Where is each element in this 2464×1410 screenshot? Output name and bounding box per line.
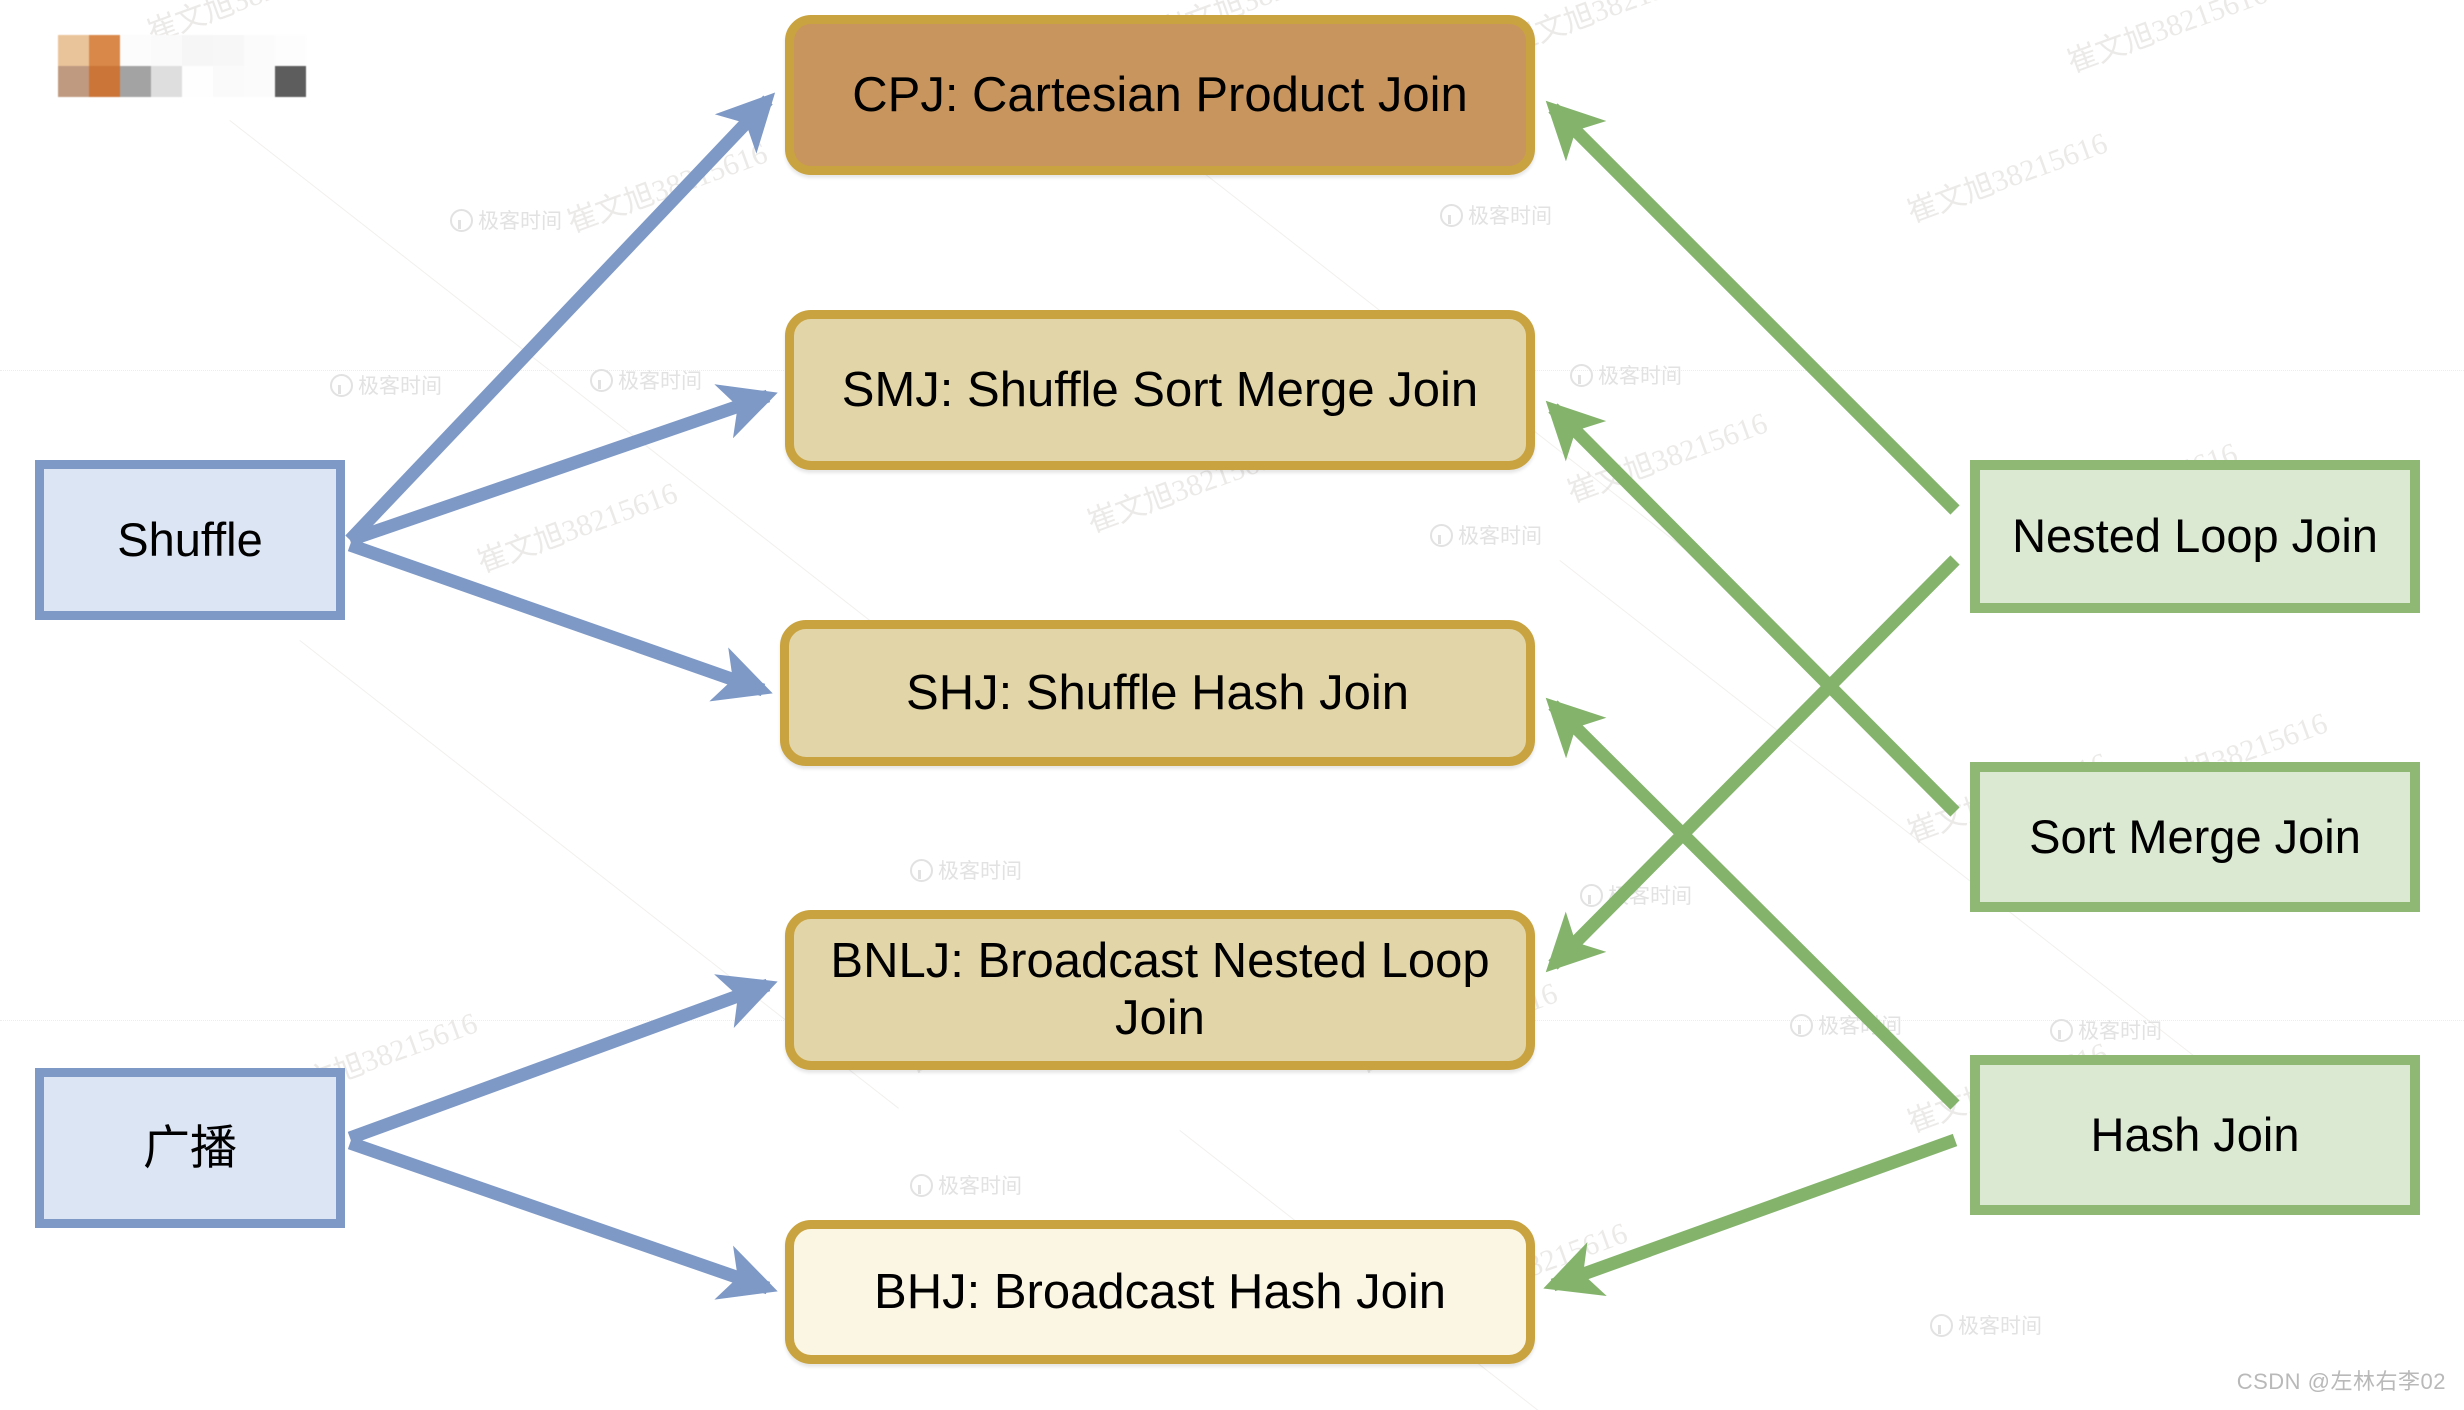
logo-pixel — [182, 35, 213, 66]
edge-broadcast-to-bnlj — [347, 974, 778, 1145]
join-node-shj[interactable]: SHJ: Shuffle Hash Join — [780, 620, 1535, 766]
logo-pixel — [58, 35, 89, 66]
algorithm-node-label: Nested Loop Join — [2012, 509, 2378, 563]
logo-pixel — [244, 35, 275, 66]
logo-pixel — [275, 35, 306, 66]
source-node-broadcast[interactable]: 广播 — [35, 1068, 345, 1228]
edge-smj_algo-to-smj — [1545, 400, 1960, 817]
edge-nlj-to-cpj — [1545, 100, 1960, 515]
logo-pixel — [182, 66, 213, 97]
logo-pixel — [89, 35, 120, 66]
algorithm-node-label: Hash Join — [2090, 1107, 2300, 1161]
join-node-label: SHJ: Shuffle Hash Join — [906, 665, 1409, 720]
edge-broadcast-to-bhj — [347, 1136, 778, 1300]
join-node-label: BHJ: Broadcast Hash Join — [874, 1264, 1446, 1319]
join-node-bnlj[interactable]: BNLJ: Broadcast Nested Loop Join — [785, 910, 1535, 1070]
edge-hj-to-bhj — [1543, 1133, 1958, 1296]
credit-watermark: CSDN @左林右李02 — [2236, 1369, 2446, 1394]
edge-shuffle-to-shj — [347, 538, 773, 702]
logo-pixel — [151, 66, 182, 97]
algorithm-node-label: Sort Merge Join — [2029, 809, 2361, 863]
join-node-smj[interactable]: SMJ: Shuffle Sort Merge Join — [785, 310, 1535, 470]
source-node-label: 广播 — [143, 1120, 237, 1174]
source-node-label: Shuffle — [117, 512, 263, 566]
logo-pixel — [213, 35, 244, 66]
logo-pixel — [89, 66, 120, 97]
algorithm-node-hj[interactable]: Hash Join — [1970, 1055, 2420, 1215]
logo-pixel — [275, 66, 306, 97]
join-node-label: BNLJ: Broadcast Nested Loop Join — [830, 934, 1490, 1045]
logo-pixel — [120, 66, 151, 97]
source-node-shuffle[interactable]: Shuffle — [35, 460, 345, 620]
join-node-label: SMJ: Shuffle Sort Merge Join — [841, 362, 1479, 417]
join-node-label: CPJ: Cartesian Product Join — [852, 67, 1468, 122]
diagram-canvas: 崔文旭38215616 崔文旭38215616 崔文旭38215616 崔文旭3821… — [0, 0, 2464, 1410]
logo-pixel — [120, 35, 151, 66]
join-node-bhj[interactable]: BHJ: Broadcast Hash Join — [785, 1220, 1535, 1364]
algorithm-node-nlj[interactable]: Nested Loop Join — [1970, 460, 2420, 613]
join-node-cpj[interactable]: CPJ: Cartesian Product Join — [785, 15, 1535, 175]
logo-pixel — [213, 66, 244, 97]
pixelated-logo — [58, 35, 306, 97]
algorithm-node-smj_algo[interactable]: Sort Merge Join — [1970, 762, 2420, 912]
logo-pixel — [151, 35, 182, 66]
logo-pixel — [58, 66, 89, 97]
logo-pixel — [244, 66, 275, 97]
